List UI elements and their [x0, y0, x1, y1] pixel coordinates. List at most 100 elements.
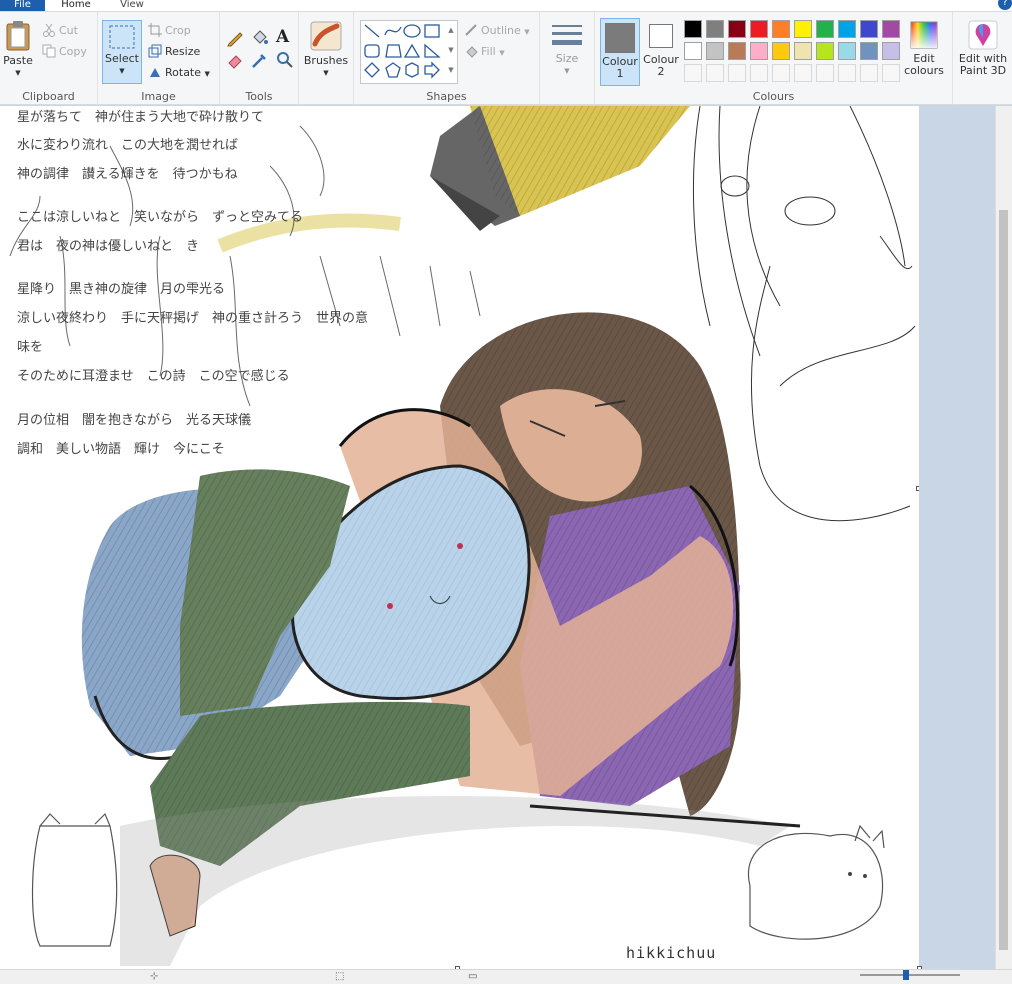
poem-line: そのために耳澄ませ この詩 この空で感じる	[17, 369, 290, 384]
resize-icon	[148, 44, 162, 58]
copy-label: Copy	[59, 45, 87, 58]
colour-swatch[interactable]	[728, 42, 746, 60]
menu-file[interactable]: File	[0, 0, 45, 11]
edit-with-paint3d-button[interactable]: Edit with Paint 3D	[955, 20, 1011, 77]
colour2-button[interactable]: Colour 2	[643, 18, 679, 86]
menu-home[interactable]: Home	[60, 0, 92, 11]
colour-picker-icon[interactable]	[250, 51, 268, 72]
colour-swatch[interactable]	[860, 20, 878, 38]
colour-swatch[interactable]	[728, 64, 746, 82]
colour-swatch[interactable]	[750, 20, 768, 38]
colour-swatch[interactable]	[882, 20, 900, 38]
selection-size-icon: ⬚	[335, 971, 345, 982]
chevron-down-icon: ▼	[204, 70, 210, 78]
poem-line: 君は 夜の神は優しいねと き	[17, 239, 200, 254]
colour-swatch[interactable]	[838, 20, 856, 38]
magnifier-icon[interactable]	[276, 51, 294, 72]
size-label: Size	[555, 52, 579, 65]
crop-icon	[148, 23, 162, 37]
vertical-scrollbar-thumb[interactable]	[999, 210, 1008, 950]
fill-bucket-icon[interactable]	[250, 29, 268, 50]
select-label: Select	[105, 52, 139, 65]
outline-label: Outline	[481, 24, 521, 37]
colour-swatch[interactable]	[728, 20, 746, 38]
crop-button[interactable]: Crop	[148, 22, 191, 40]
colours-group: Colour 1 Colour 2 Edit colours Colours	[595, 12, 953, 105]
colour-swatch[interactable]	[794, 64, 812, 82]
colour-swatch[interactable]	[816, 64, 834, 82]
colour-swatch[interactable]	[794, 20, 812, 38]
artist-signature: hikkichuu	[626, 944, 717, 962]
colour1-swatch	[605, 23, 635, 53]
colour-swatch[interactable]	[772, 42, 790, 60]
image-group-label: Image	[141, 90, 176, 103]
chevron-down-icon: ▼	[15, 69, 21, 77]
brushes-group: Brushes ▼	[299, 12, 354, 105]
colour-swatch[interactable]	[750, 64, 768, 82]
paste-button[interactable]: Paste ▼	[2, 20, 34, 79]
colour-swatch[interactable]	[838, 64, 856, 82]
line-width-icon	[552, 25, 582, 45]
resize-label: Resize	[165, 45, 201, 58]
canvas-resize-handle-right[interactable]	[916, 486, 919, 491]
colour-swatch[interactable]	[684, 42, 702, 60]
colour-swatch[interactable]	[816, 42, 834, 60]
shapes-scroll[interactable]: ▲ ▼ ▼	[446, 20, 456, 82]
zoom-slider-thumb[interactable]	[903, 970, 909, 980]
cursor-position-icon: ⊹	[150, 971, 159, 982]
menu-view[interactable]: View	[118, 0, 146, 11]
colours-group-label: Colours	[752, 90, 795, 103]
poem-line: 月の位相 闇を抱きながら 光る天球儀	[17, 413, 252, 428]
colour-swatch[interactable]	[750, 42, 768, 60]
colour-swatch[interactable]	[882, 64, 900, 82]
help-button[interactable]: ?	[998, 0, 1012, 10]
outline-button[interactable]: Outline ▼	[464, 22, 530, 40]
edit-colours-button[interactable]: Edit colours	[901, 20, 947, 77]
colour1-button[interactable]: Colour 1	[600, 18, 640, 86]
status-bar: ⊹ ⬚ ▭	[0, 969, 1012, 984]
rotate-button[interactable]: Rotate ▼	[148, 64, 210, 82]
colour-swatch[interactable]	[684, 20, 702, 38]
fill-button[interactable]: Fill ▼	[464, 43, 505, 61]
tools-group: A Tools	[220, 12, 299, 105]
resize-button[interactable]: Resize	[148, 43, 200, 61]
colour1-label: Colour 1	[602, 55, 638, 80]
pencil-icon[interactable]	[226, 29, 244, 50]
chevron-down-icon: ▼	[524, 28, 530, 36]
paste-label: Paste	[3, 54, 33, 67]
colour-swatch[interactable]	[860, 64, 878, 82]
drawing-canvas[interactable]: 星が落ちて 神が住まう大地で砕け散りて 水に変わり流れ この大地を潤せれば 神の調律…	[0, 106, 919, 969]
fill-label: Fill	[481, 45, 496, 58]
text-tool-icon[interactable]: A	[276, 27, 289, 47]
colour-swatch[interactable]	[794, 42, 812, 60]
colour-swatch[interactable]	[838, 42, 856, 60]
shapes-gallery[interactable]	[360, 20, 458, 84]
colour-swatch[interactable]	[882, 42, 900, 60]
colour-swatch[interactable]	[772, 20, 790, 38]
colour-swatch[interactable]	[816, 20, 834, 38]
colour-swatch[interactable]	[772, 64, 790, 82]
poem-line: 星降り 黒き神の旋律 月の雫光る	[17, 282, 226, 297]
zoom-slider[interactable]	[860, 974, 960, 976]
menu-bar: File Home View ?	[0, 0, 1012, 11]
cut-button[interactable]: Cut	[42, 22, 78, 40]
brushes-label: Brushes	[303, 54, 349, 67]
colour-swatch[interactable]	[706, 64, 724, 82]
cut-label: Cut	[59, 24, 78, 37]
size-button[interactable]: Size ▼	[546, 22, 588, 77]
chevron-down-icon: ▼	[499, 49, 505, 57]
colour-swatch[interactable]	[684, 64, 702, 82]
chevron-down-icon: ▼	[119, 67, 125, 75]
brushes-button[interactable]: Brushes ▼	[303, 20, 349, 79]
copy-icon	[42, 44, 56, 58]
select-button[interactable]: Select ▼	[102, 20, 142, 84]
colour-swatch[interactable]	[706, 20, 724, 38]
copy-button[interactable]: Copy	[42, 43, 87, 61]
crop-label: Crop	[165, 24, 191, 37]
eraser-icon[interactable]	[226, 51, 244, 72]
paint3d-label: Edit with Paint 3D	[958, 52, 1008, 77]
poem-line: 調和 美しい物語 輝け 今にこそ	[17, 442, 225, 457]
chevron-down-icon: ▼	[323, 69, 329, 77]
colour-swatch[interactable]	[706, 42, 724, 60]
colour-swatch[interactable]	[860, 42, 878, 60]
